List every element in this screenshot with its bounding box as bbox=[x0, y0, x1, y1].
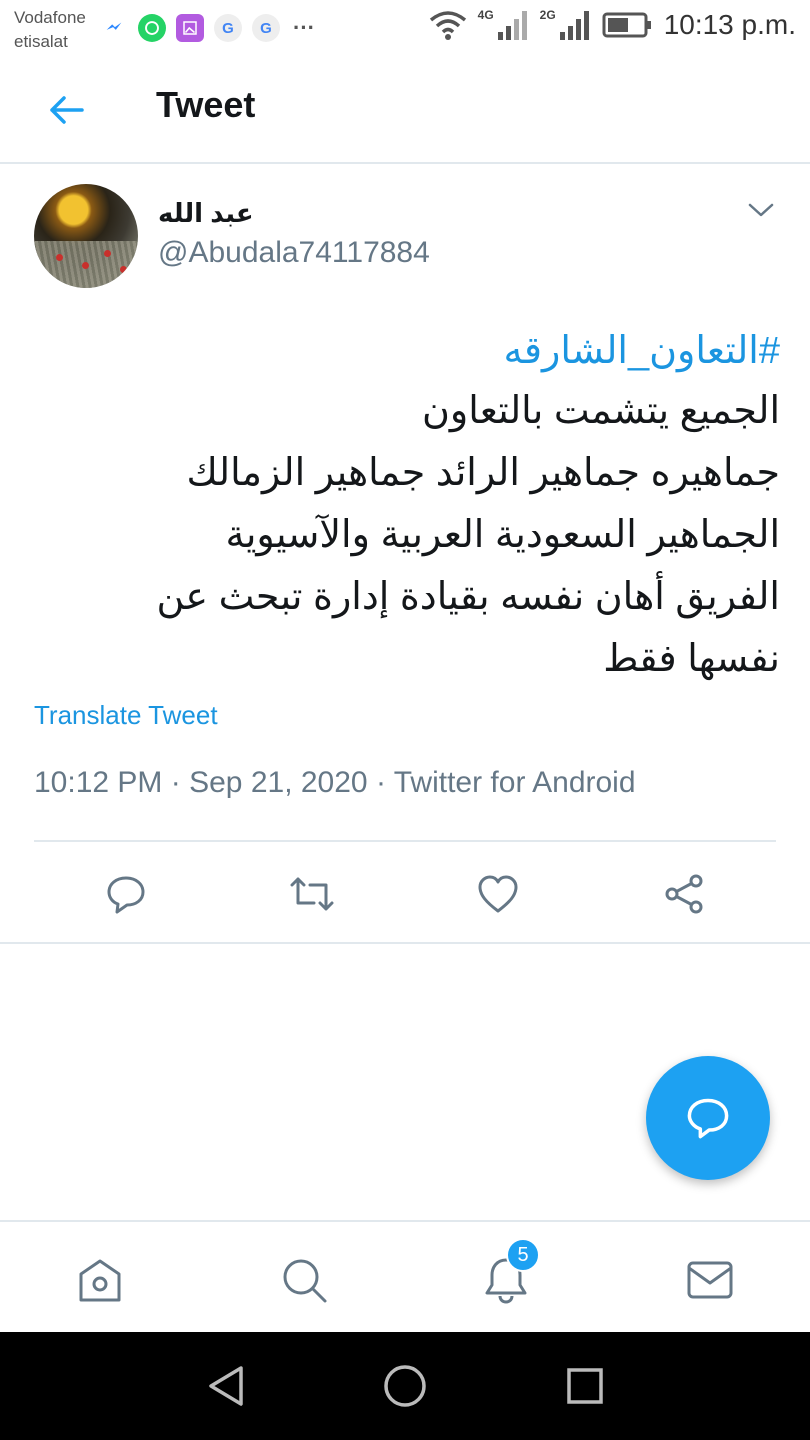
tweet-line: الجميع يتشمت بالتعاون bbox=[421, 390, 780, 432]
avatar[interactable] bbox=[34, 184, 138, 288]
share-icon bbox=[665, 874, 703, 914]
reply-icon bbox=[687, 1098, 729, 1139]
status-indicators: 4G 2G 10:13 p.m. bbox=[428, 8, 796, 42]
wifi-icon bbox=[429, 11, 466, 40]
avatar-flower bbox=[82, 262, 89, 269]
status-bar: Vodafone etisalat G G ··· 4G 2G 10:13 p.… bbox=[0, 0, 810, 56]
meta-separator: · bbox=[375, 766, 386, 799]
signal-icon bbox=[559, 11, 589, 40]
tweet-line: جماهيره جماهير الرائد جماهير الزمالك bbox=[186, 452, 781, 494]
like-button[interactable] bbox=[472, 868, 524, 920]
top-app-bar: Tweet bbox=[0, 56, 810, 164]
gallery-icon bbox=[176, 14, 204, 42]
compose-reply-button[interactable] bbox=[646, 1056, 770, 1180]
system-home-button[interactable] bbox=[381, 1362, 429, 1410]
meta-separator: · bbox=[170, 766, 181, 799]
user-handle[interactable]: @Abudala74117884 bbox=[158, 236, 430, 270]
divider bbox=[34, 840, 776, 842]
avatar-flower bbox=[120, 266, 127, 273]
avatar-flower bbox=[104, 250, 111, 257]
back-button[interactable] bbox=[44, 90, 88, 130]
tweet-menu-button[interactable] bbox=[744, 196, 778, 224]
signal-icon bbox=[497, 11, 527, 40]
more-icon: ··· bbox=[293, 15, 315, 40]
share-button[interactable] bbox=[658, 868, 710, 920]
chevron-down-icon bbox=[748, 203, 774, 217]
system-navigation-bar bbox=[0, 1332, 810, 1440]
tweet-line: الجماهير السعودية العربية والآسيوية bbox=[225, 514, 780, 556]
nav-messages[interactable] bbox=[682, 1252, 738, 1308]
tweet-line: الفريق أهان نفسه بقيادة إدارة تبحث عن bbox=[156, 576, 780, 618]
back-arrow-icon bbox=[50, 96, 84, 124]
translate-tweet-link[interactable]: Translate Tweet bbox=[34, 700, 218, 731]
nav-home[interactable] bbox=[72, 1252, 128, 1308]
notification-count-badge: 5 bbox=[506, 1238, 540, 1272]
nav-search[interactable] bbox=[276, 1252, 332, 1308]
tweet-date: Sep 21, 2020 bbox=[189, 766, 368, 799]
network-type-1: 4G bbox=[477, 8, 494, 22]
google-icon: G bbox=[214, 14, 242, 42]
circle-home-icon bbox=[384, 1365, 426, 1407]
display-name[interactable]: عبد الله bbox=[158, 198, 254, 229]
page-title: Tweet bbox=[156, 84, 256, 125]
tweet-line: نفسها فقط bbox=[603, 638, 780, 680]
reply-button[interactable] bbox=[100, 868, 152, 920]
network-type-2: 2G bbox=[539, 8, 556, 22]
tweet-meta: 10:12 PM · Sep 21, 2020 · Twitter for An… bbox=[34, 766, 636, 800]
messages-icon bbox=[687, 1261, 733, 1299]
avatar-flower bbox=[56, 254, 63, 261]
tweet-source[interactable]: Twitter for Android bbox=[394, 766, 636, 799]
home-icon bbox=[79, 1259, 121, 1302]
tweet-action-bar bbox=[0, 862, 810, 926]
divider bbox=[0, 942, 810, 944]
carrier-line-1: Vodafone bbox=[14, 8, 86, 27]
system-recents-button[interactable] bbox=[561, 1362, 609, 1410]
battery-icon bbox=[602, 12, 651, 38]
tweet-text: #التعاون_الشارقه الجميع يتشمت بالتعاون ج… bbox=[100, 322, 780, 690]
whatsapp-icon bbox=[138, 14, 166, 42]
notification-icons: G G ··· bbox=[100, 14, 318, 42]
like-icon bbox=[478, 875, 518, 913]
hashtag-link[interactable]: #التعاون_الشارقه bbox=[100, 322, 780, 380]
search-icon bbox=[283, 1259, 327, 1303]
carrier-label: Vodafone etisalat bbox=[14, 6, 86, 54]
square-recents-icon bbox=[567, 1368, 603, 1404]
retweet-button[interactable] bbox=[286, 868, 338, 920]
tweet-time: 10:12 PM bbox=[34, 766, 163, 799]
status-time: 10:13 p.m. bbox=[663, 9, 796, 40]
carrier-line-2: etisalat bbox=[14, 32, 68, 51]
system-back-button[interactable] bbox=[202, 1362, 250, 1410]
google-icon: G bbox=[252, 14, 280, 42]
messenger-icon bbox=[100, 14, 128, 42]
reply-icon bbox=[107, 876, 145, 914]
triangle-back-icon bbox=[209, 1366, 243, 1406]
bottom-navigation bbox=[0, 1220, 810, 1332]
retweet-icon bbox=[290, 877, 334, 911]
